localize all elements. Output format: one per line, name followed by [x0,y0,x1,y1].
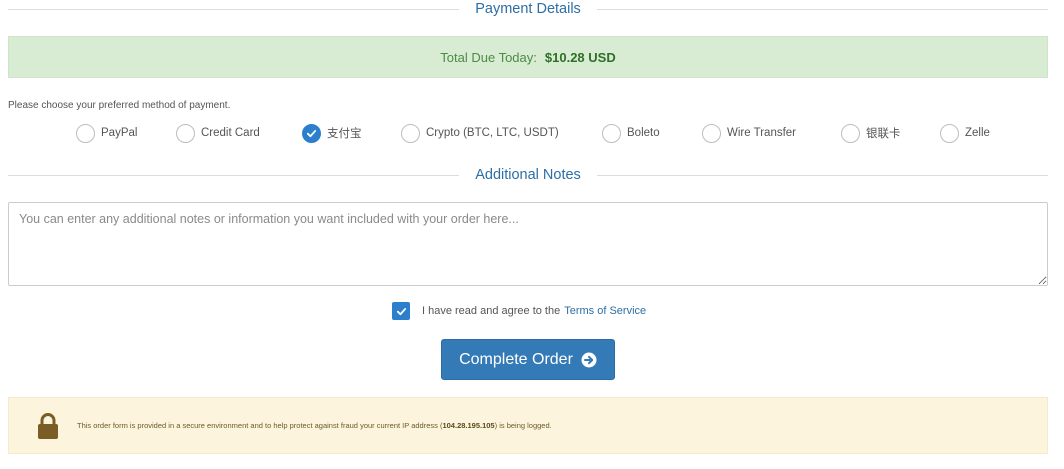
additional-notes-heading: Additional Notes [8,166,1048,184]
security-notice-text: This order form is provided in a secure … [77,421,552,430]
radio-button[interactable] [401,123,420,143]
complete-order-label: Complete Order [459,350,573,368]
terms-of-service-link[interactable]: Terms of Service [564,305,646,317]
payment-details-title: Payment Details [475,1,581,17]
radio-button[interactable] [702,123,721,143]
divider-left [8,8,460,10]
security-notice: This order form is provided in a secure … [8,397,1048,454]
total-due-amount: $10.28 USD [544,49,616,65]
radio-button[interactable] [76,123,95,143]
additional-notes-textarea[interactable] [8,202,1048,286]
additional-notes-title: Additional Notes [475,167,581,183]
complete-order-button[interactable]: Complete Order [441,339,615,380]
payment-method-label: 银联卡 [866,128,901,140]
arrow-circle-right-icon [581,352,597,367]
radio-button[interactable] [841,123,860,143]
terms-text: I have read and agree to the [422,305,561,317]
radio-button[interactable] [176,123,195,143]
payment-method-unionpay[interactable]: 银联卡 [841,122,901,144]
total-due-label: Total Due Today: [440,49,537,65]
terms-checkbox[interactable] [392,302,410,320]
payment-method-label: Credit Card [201,127,260,139]
terms-agreement: I have read and agree to the Terms of Se… [392,302,646,320]
checkmark-icon [396,307,406,315]
total-due-banner: Total Due Today: $10.28 USD [8,36,1048,78]
checkout-page: Payment Details Total Due Today: $10.28 … [0,0,1064,469]
payment-method-paypal[interactable]: PayPal [76,122,137,144]
payment-details-heading: Payment Details [8,0,1049,18]
radio-button[interactable] [940,123,959,143]
security-notice-text-end: ) is being logged. [494,421,552,430]
payment-method-alipay[interactable]: 支付宝 [302,122,362,144]
security-notice-text-start: This order form is provided in a secure … [77,421,443,430]
payment-method-label: PayPal [101,127,138,139]
payment-method-zelle[interactable]: Zelle [940,122,990,144]
payment-method-label: Boleto [627,127,660,139]
payment-method-prompt: Please choose your preferred method of p… [8,100,231,111]
payment-method-label: Crypto (BTC, LTC, USDT) [426,127,559,139]
payment-method-wire-transfer[interactable]: Wire Transfer [702,122,796,144]
divider-left [8,174,460,176]
payment-method-boleto[interactable]: Boleto [602,122,660,144]
payment-method-credit-card[interactable]: Credit Card [176,122,260,144]
payment-method-label: Zelle [965,127,990,139]
divider-right [596,8,1049,10]
payment-method-label: Wire Transfer [727,127,797,139]
checkmark-icon [306,129,317,137]
divider-right [596,174,1048,176]
radio-button[interactable] [602,123,621,143]
ip-address: 104.28.195.105 [442,421,495,430]
payment-method-label: 支付宝 [327,128,362,140]
lock-icon [38,412,58,439]
payment-method-crypto[interactable]: Crypto (BTC, LTC, USDT) [401,122,559,144]
radio-button-checked[interactable] [302,123,321,143]
